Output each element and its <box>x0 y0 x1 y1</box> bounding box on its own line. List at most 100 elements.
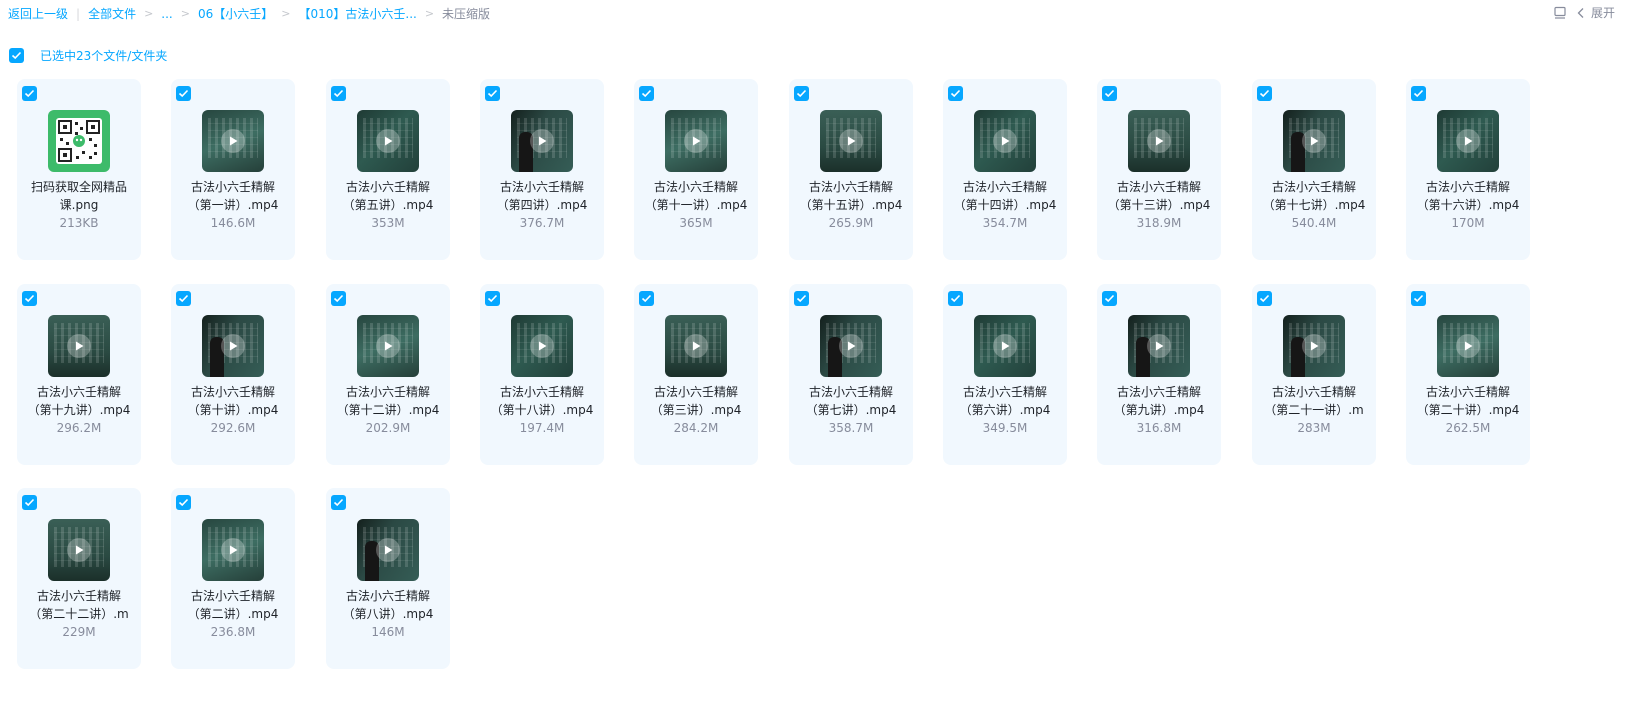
file-card[interactable]: 古法小六壬精解 （第九讲）.mp4 316.8M <box>1097 284 1221 465</box>
file-checkbox[interactable] <box>331 291 346 306</box>
file-checkbox[interactable] <box>1257 291 1272 306</box>
video-thumbnail[interactable] <box>1437 110 1499 172</box>
video-thumbnail[interactable] <box>820 110 882 172</box>
video-thumbnail[interactable] <box>1283 110 1345 172</box>
file-name: 古法小六壬精解 （第五讲）.mp4 <box>330 178 446 214</box>
file-name-line2: （第十三讲）.mp4 <box>1107 198 1211 212</box>
play-icon <box>67 538 91 562</box>
image-thumbnail[interactable] <box>48 110 110 172</box>
file-size: 316.8M <box>1136 421 1182 435</box>
file-name: 扫码获取全网精品 课.png <box>21 178 137 214</box>
file-name: 古法小六壬精解 （第一讲）.mp4 <box>175 178 291 214</box>
video-thumbnail[interactable] <box>202 519 264 581</box>
file-name-line2: （第九讲）.mp4 <box>1113 403 1205 417</box>
file-name-line2: 课.png <box>59 198 99 212</box>
file-checkbox[interactable] <box>1411 291 1426 306</box>
file-card[interactable]: 古法小六壬精解 （第七讲）.mp4 358.7M <box>789 284 913 465</box>
file-card[interactable]: 古法小六壬精解 （第十七讲）.mp4 540.4M <box>1252 79 1376 260</box>
video-thumbnail[interactable] <box>1283 315 1345 377</box>
file-checkbox[interactable] <box>639 291 654 306</box>
file-checkbox[interactable] <box>485 86 500 101</box>
file-checkbox[interactable] <box>331 86 346 101</box>
file-size: 358.7M <box>828 421 874 435</box>
video-thumbnail[interactable] <box>974 110 1036 172</box>
video-thumbnail[interactable] <box>357 110 419 172</box>
file-checkbox[interactable] <box>176 495 191 510</box>
file-checkbox[interactable] <box>1411 86 1426 101</box>
file-name: 古法小六壬精解 （第十三讲）.mp4 <box>1101 178 1217 214</box>
file-checkbox[interactable] <box>948 86 963 101</box>
file-checkbox[interactable] <box>176 291 191 306</box>
video-thumbnail[interactable] <box>357 519 419 581</box>
video-thumbnail[interactable] <box>357 315 419 377</box>
file-checkbox[interactable] <box>22 86 37 101</box>
file-name-line2: （第十讲）.mp4 <box>187 403 279 417</box>
video-thumbnail[interactable] <box>820 315 882 377</box>
file-checkbox[interactable] <box>794 86 809 101</box>
file-card[interactable]: 古法小六壬精解 （第二讲）.mp4 236.8M <box>171 488 295 669</box>
file-name-line1: 古法小六壬精解 <box>962 180 1047 194</box>
video-thumbnail[interactable] <box>1437 315 1499 377</box>
file-name-line1: 古法小六壬精解 <box>808 385 893 399</box>
file-name-line2: （第二十一讲）.m <box>1264 403 1364 417</box>
file-checkbox[interactable] <box>22 495 37 510</box>
file-card[interactable]: 古法小六壬精解 （第十五讲）.mp4 265.9M <box>789 79 913 260</box>
file-size: 376.7M <box>519 216 565 230</box>
file-card[interactable]: 古法小六壬精解 （第十一讲）.mp4 365M <box>634 79 758 260</box>
play-icon <box>376 334 400 358</box>
file-checkbox[interactable] <box>1102 291 1117 306</box>
file-card[interactable]: 扫码获取全网精品 课.png 213KB <box>17 79 141 260</box>
file-checkbox[interactable] <box>176 86 191 101</box>
video-thumbnail[interactable] <box>511 315 573 377</box>
file-checkbox[interactable] <box>1257 86 1272 101</box>
file-size: 197.4M <box>519 421 565 435</box>
video-thumbnail[interactable] <box>48 315 110 377</box>
file-checkbox[interactable] <box>1102 86 1117 101</box>
file-card[interactable]: 古法小六壬精解 （第二十一讲）.m 283M <box>1252 284 1376 465</box>
video-thumbnail[interactable] <box>202 315 264 377</box>
file-name-line2: （第八讲）.mp4 <box>342 607 434 621</box>
file-card[interactable]: 古法小六壬精解 （第六讲）.mp4 349.5M <box>943 284 1067 465</box>
file-card[interactable]: 古法小六壬精解 （第八讲）.mp4 146M <box>326 488 450 669</box>
file-card[interactable]: 古法小六壬精解 （第十二讲）.mp4 202.9M <box>326 284 450 465</box>
video-thumbnail[interactable] <box>665 315 727 377</box>
file-name-line2: （第七讲）.mp4 <box>805 403 897 417</box>
file-card[interactable]: 古法小六壬精解 （第十讲）.mp4 292.6M <box>171 284 295 465</box>
video-thumbnail[interactable] <box>1128 110 1190 172</box>
play-icon <box>530 334 554 358</box>
play-icon <box>1302 334 1326 358</box>
file-size: 354.7M <box>982 216 1028 230</box>
file-checkbox[interactable] <box>485 291 500 306</box>
file-checkbox[interactable] <box>22 291 37 306</box>
file-name: 古法小六壬精解 （第七讲）.mp4 <box>793 383 909 419</box>
file-card[interactable]: 古法小六壬精解 （第十六讲）.mp4 170M <box>1406 79 1530 260</box>
file-name-line1: 古法小六壬精解 <box>499 180 584 194</box>
file-card[interactable]: 古法小六壬精解 （第四讲）.mp4 376.7M <box>480 79 604 260</box>
file-name-line1: 古法小六壬精解 <box>190 385 275 399</box>
file-name: 古法小六壬精解 （第十四讲）.mp4 <box>947 178 1063 214</box>
file-checkbox[interactable] <box>331 495 346 510</box>
file-size: 262.5M <box>1445 421 1491 435</box>
video-thumbnail[interactable] <box>1128 315 1190 377</box>
file-card[interactable]: 古法小六壬精解 （第五讲）.mp4 353M <box>326 79 450 260</box>
video-thumbnail[interactable] <box>974 315 1036 377</box>
file-card[interactable]: 古法小六壬精解 （第三讲）.mp4 284.2M <box>634 284 758 465</box>
file-card[interactable]: 古法小六壬精解 （第二十二讲）.m 229M <box>17 488 141 669</box>
file-checkbox[interactable] <box>794 291 809 306</box>
video-thumbnail[interactable] <box>202 110 264 172</box>
video-thumbnail[interactable] <box>511 110 573 172</box>
file-card[interactable]: 古法小六壬精解 （第一讲）.mp4 146.6M <box>171 79 295 260</box>
video-thumbnail[interactable] <box>48 519 110 581</box>
video-thumbnail[interactable] <box>665 110 727 172</box>
file-name: 古法小六壬精解 （第六讲）.mp4 <box>947 383 1063 419</box>
file-name-line2: （第二讲）.mp4 <box>187 607 279 621</box>
file-card[interactable]: 古法小六壬精解 （第十九讲）.mp4 296.2M <box>17 284 141 465</box>
play-icon <box>839 334 863 358</box>
file-card[interactable]: 古法小六壬精解 （第十八讲）.mp4 197.4M <box>480 284 604 465</box>
file-card[interactable]: 古法小六壬精解 （第十三讲）.mp4 318.9M <box>1097 79 1221 260</box>
file-card[interactable]: 古法小六壬精解 （第二十讲）.mp4 262.5M <box>1406 284 1530 465</box>
file-size: 213KB <box>59 216 99 230</box>
file-checkbox[interactable] <box>948 291 963 306</box>
file-checkbox[interactable] <box>639 86 654 101</box>
file-card[interactable]: 古法小六壬精解 （第十四讲）.mp4 354.7M <box>943 79 1067 260</box>
